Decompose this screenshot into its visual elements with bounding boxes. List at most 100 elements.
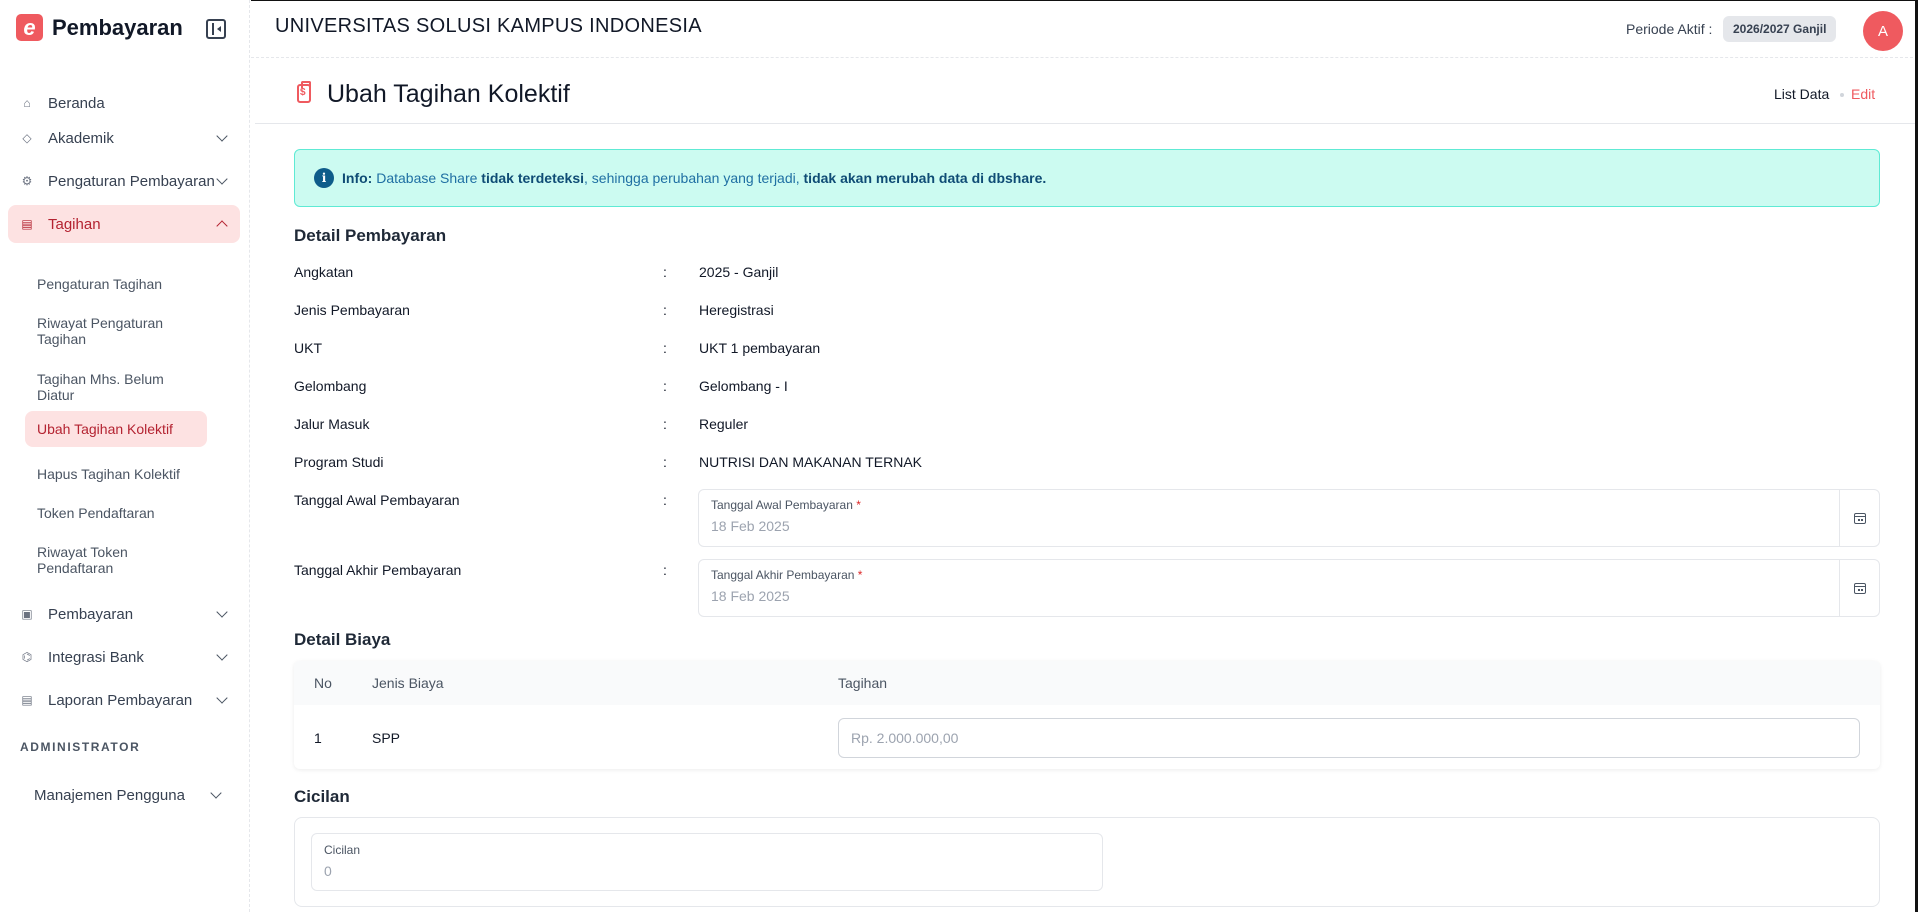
sidebar-section-administrator: ADMINISTRATOR — [20, 740, 141, 754]
sidebar-item-label: Laporan Pembayaran — [48, 691, 193, 709]
sidebar-item-label: Pengaturan Pembayaran — [48, 172, 215, 190]
detail-colon: : — [663, 378, 667, 394]
sidebar-item-label: Manajemen Pengguna — [34, 786, 185, 804]
calendar-icon — [1853, 582, 1866, 594]
required-marker: * — [857, 568, 863, 582]
detail-value-angkatan: 2025 - Ganjil — [699, 264, 779, 280]
detail-value-ukt: UKT 1 pembayaran — [699, 340, 821, 356]
sidebar-collapse-icon[interactable] — [206, 19, 226, 39]
info-icon: i — [314, 168, 334, 188]
alert-bold-1: tidak terdeteksi — [481, 170, 585, 186]
sidebar-subitem-pengaturan-tagihan[interactable]: Pengaturan Tagihan — [25, 270, 207, 298]
detail-colon: : — [663, 562, 667, 578]
topbar: UNIVERSITAS SOLUSI KAMPUS INDONESIA Peri… — [251, 0, 1918, 58]
tanggal-akhir-value[interactable]: 18 Feb 2025 — [711, 588, 790, 604]
sidebar-item-tagihan[interactable]: ▤ Tagihan — [8, 205, 240, 243]
tanggal-akhir-field-label: Tanggal Akhir Pembayaran * — [711, 568, 862, 582]
column-header-no: No — [314, 675, 332, 691]
detail-label-jenis-pembayaran: Jenis Pembayaran — [294, 302, 410, 318]
sidebar-item-label: Tagihan — [48, 215, 101, 233]
sidebar-subitem-riwayat-pengaturan-tagihan[interactable]: Riwayat Pengaturan Tagihan — [25, 309, 207, 353]
periode-badge: 2026/2027 Ganjil — [1723, 16, 1837, 42]
page-header: Ubah Tagihan Kolektif List Data Edit — [255, 58, 1915, 124]
cicilan-field-label: Cicilan — [324, 843, 361, 857]
breadcrumb-list-data[interactable]: List Data — [1774, 86, 1829, 102]
detail-label-gelombang: Gelombang — [294, 378, 367, 394]
gear-coin-icon: ⚙ — [21, 174, 33, 188]
tanggal-akhir-field[interactable]: Tanggal Akhir Pembayaran * 18 Feb 2025 — [698, 559, 1880, 617]
breadcrumb-edit: Edit — [1851, 86, 1876, 102]
report-icon: ▤ — [21, 693, 33, 707]
chevron-down-icon — [210, 787, 222, 799]
alert-text-1: Database Share — [372, 170, 482, 186]
sidebar-item-pengaturan-pembayaran[interactable]: ⚙ Pengaturan Pembayaran — [8, 162, 240, 200]
detail-value-jenis-pembayaran: Heregistrasi — [699, 302, 774, 318]
sidebar-item-laporan-pembayaran[interactable]: ▤ Laporan Pembayaran — [8, 681, 240, 719]
brand-logo-icon: e — [16, 14, 43, 41]
sidebar-item-label: Beranda — [48, 94, 105, 112]
sidebar-subitem-riwayat-token-pendaftaran[interactable]: Riwayat Token Pendaftaran — [25, 538, 207, 582]
detail-colon: : — [663, 264, 667, 280]
sidebar-subitem-token-pendaftaran[interactable]: Token Pendaftaran — [25, 499, 207, 527]
chevron-down-icon — [216, 130, 228, 142]
brand-name: Pembayaran — [52, 14, 183, 40]
cell-jenis-biaya: SPP — [372, 730, 401, 746]
clipboard-icon: ▤ — [21, 217, 33, 231]
tanggal-awal-calendar-button[interactable] — [1839, 490, 1879, 546]
detail-colon: : — [663, 340, 667, 356]
detail-label-tanggal-awal: Tanggal Awal Pembayaran — [294, 492, 460, 508]
detail-value-jalur-masuk: Reguler — [699, 416, 749, 432]
breadcrumb-separator — [1840, 93, 1844, 97]
sidebar-item-akademik[interactable]: ◇ Akademik — [8, 119, 240, 157]
tanggal-awal-field-label: Tanggal Awal Pembayaran * — [711, 498, 861, 512]
avatar[interactable]: A — [1863, 11, 1903, 51]
sidebar-item-integrasi-bank[interactable]: ⌬ Integrasi Bank — [8, 638, 240, 676]
cell-no: 1 — [314, 730, 322, 746]
column-header-jenis-biaya: Jenis Biaya — [372, 675, 444, 691]
detail-biaya-title: Detail Biaya — [294, 630, 391, 649]
detail-label-ukt: UKT — [294, 340, 322, 356]
chevron-down-icon — [216, 606, 228, 618]
detail-pembayaran-title: Detail Pembayaran — [294, 226, 447, 245]
tanggal-awal-field-label-text: Tanggal Awal Pembayaran — [711, 498, 853, 512]
cicilan-value[interactable]: 0 — [324, 863, 332, 879]
sidebar-subitem-hapus-tagihan-kolektif[interactable]: Hapus Tagihan Kolektif — [25, 460, 207, 488]
sidebar: e Pembayaran ⌂ Beranda ◇ Akademik ⚙ Peng… — [0, 0, 250, 912]
tagihan-input[interactable]: Rp. 2.000.000,00 — [838, 718, 1860, 758]
biaya-table: No Jenis Biaya Tagihan 1 SPP Rp. 2.000.0… — [294, 661, 1880, 769]
home-icon: ⌂ — [23, 96, 31, 110]
detail-value-program-studi: NUTRISI DAN MAKANAN TERNAK — [699, 454, 922, 470]
alert-prefix: Info: — [342, 170, 373, 186]
calendar-icon — [1853, 512, 1866, 524]
sidebar-item-pembayaran[interactable]: ▣ Pembayaran — [8, 595, 240, 633]
required-marker: * — [856, 498, 861, 512]
detail-label-angkatan: Angkatan — [294, 264, 354, 280]
periode-label: Periode Aktif : — [1626, 21, 1713, 37]
sidebar-item-label: Pembayaran — [48, 605, 134, 623]
tanggal-akhir-calendar-button[interactable] — [1839, 560, 1879, 616]
cicilan-field[interactable]: Cicilan 0 — [311, 833, 1103, 891]
detail-colon: : — [663, 416, 667, 432]
sidebar-subitem-tagihan-belum-diatur[interactable]: Tagihan Mhs. Belum Diatur — [25, 365, 207, 409]
university-name: UNIVERSITAS SOLUSI KAMPUS INDONESIA — [275, 15, 702, 37]
bank-icon: ⌬ — [21, 650, 33, 664]
detail-colon: : — [663, 302, 667, 318]
graduation-cap-icon: ◇ — [22, 131, 32, 145]
tanggal-awal-field[interactable]: Tanggal Awal Pembayaran * 18 Feb 2025 — [698, 489, 1880, 547]
detail-label-tanggal-akhir: Tanggal Akhir Pembayaran — [294, 562, 462, 578]
detail-colon: : — [663, 454, 667, 470]
chevron-up-icon — [216, 220, 228, 232]
sidebar-item-beranda[interactable]: ⌂ Beranda — [8, 84, 240, 122]
chevron-down-icon — [216, 649, 228, 661]
column-header-tagihan: Tagihan — [838, 675, 888, 691]
alert-bold-2: tidak akan merubah data di dbshare. — [803, 170, 1047, 186]
tanggal-akhir-field-label-text: Tanggal Akhir Pembayaran — [711, 568, 855, 582]
tanggal-awal-value[interactable]: 18 Feb 2025 — [711, 518, 790, 534]
sidebar-item-manajemen-pengguna[interactable]: Manajemen Pengguna — [22, 776, 236, 814]
detail-colon: : — [663, 492, 667, 508]
cicilan-title: Cicilan — [294, 787, 350, 806]
sidebar-subitem-ubah-tagihan-kolektif[interactable]: Ubah Tagihan Kolektif — [25, 411, 207, 447]
brand[interactable]: e Pembayaran — [16, 14, 183, 41]
detail-label-jalur-masuk: Jalur Masuk — [294, 416, 370, 432]
wallet-icon: ▣ — [21, 607, 33, 621]
